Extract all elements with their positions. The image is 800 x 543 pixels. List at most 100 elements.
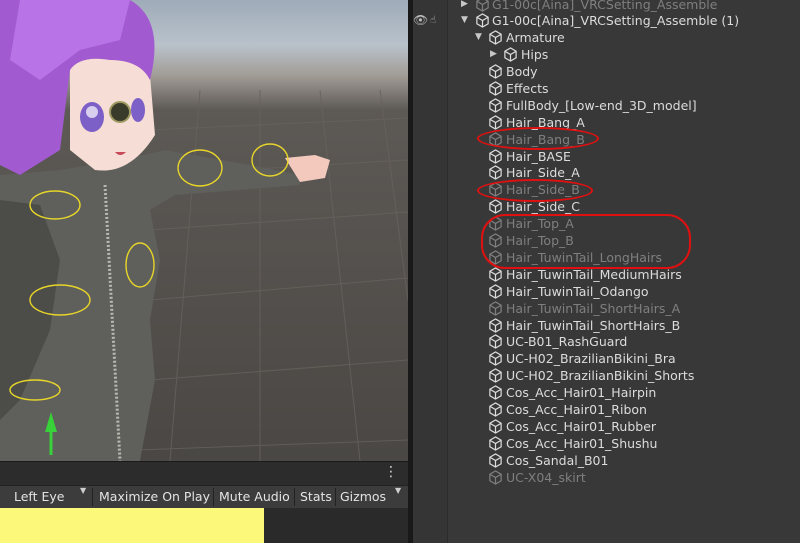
hierarchy-item[interactable]: UC-H02_BrazilianBikini_Shorts bbox=[413, 367, 800, 384]
hierarchy-item-label: Hair_TuwinTail_ShortHairs_B bbox=[506, 317, 681, 333]
hierarchy-item[interactable]: Hair_TuwinTail_ShortHairs_A bbox=[413, 300, 800, 317]
hierarchy-item-label: Hair_Bang_A bbox=[506, 114, 585, 130]
hierarchy-item-selected[interactable]: 👁 ☝ ▼ G1-00c[Aina]_VRCSetting_Assemble (… bbox=[413, 12, 800, 29]
gameobject-cube-icon bbox=[489, 351, 502, 367]
gameobject-cube-icon bbox=[489, 469, 502, 485]
gameobject-cube-icon bbox=[489, 98, 502, 113]
hierarchy-item-label: Armature bbox=[506, 30, 565, 45]
gameobject-cube-icon bbox=[489, 114, 502, 130]
hierarchy-item-label: FullBody_[Low-end_3D_model] bbox=[506, 97, 697, 113]
toolbar-divider bbox=[335, 488, 336, 506]
hierarchy-item[interactable]: Hair_Side_C bbox=[413, 198, 800, 215]
collapse-arrow-icon[interactable]: ▼ bbox=[475, 29, 482, 46]
hierarchy-item-label: Body bbox=[506, 64, 538, 79]
gameobject-cube-icon bbox=[489, 452, 502, 468]
toolbar-divider bbox=[213, 488, 214, 506]
gameobject-cube-icon bbox=[489, 385, 502, 400]
hierarchy-item[interactable]: Hair_Bang_A bbox=[413, 114, 800, 131]
gameobject-cube-icon bbox=[489, 368, 502, 383]
hierarchy-item[interactable]: Body bbox=[413, 63, 800, 80]
more-options-icon[interactable]: ⋮ bbox=[384, 464, 398, 480]
hierarchy-item-label: Effects bbox=[506, 80, 549, 96]
hierarchy-item[interactable]: Hair_TuwinTail_LongHairs bbox=[413, 249, 800, 266]
visibility-eye-icon[interactable]: 👁 bbox=[413, 12, 428, 29]
hierarchy-item[interactable]: Cos_Acc_Hair01_Ribon bbox=[413, 401, 800, 418]
gameobject-cube-icon bbox=[489, 283, 502, 299]
hierarchy-item[interactable]: Hair_Top_B bbox=[413, 232, 800, 249]
hierarchy-item-label: Hair_TuwinTail_ShortHairs_A bbox=[506, 300, 681, 316]
hierarchy-item-label: Hair_TuwinTail_LongHairs bbox=[506, 249, 663, 265]
gameobject-cube-icon bbox=[504, 47, 517, 62]
gameobject-cube-icon bbox=[489, 165, 502, 181]
toolbar-divider bbox=[294, 488, 295, 506]
hierarchy-item[interactable]: Hair_TuwinTail_ShortHairs_B bbox=[413, 317, 800, 334]
hierarchy-item[interactable]: Hair_Side_A bbox=[413, 164, 800, 181]
gameobject-cube-icon bbox=[489, 233, 502, 248]
hierarchy-item[interactable]: Hair_Side_B bbox=[413, 181, 800, 198]
hierarchy-item[interactable]: ▶ Hips bbox=[413, 46, 800, 63]
hierarchy-item-label: Hips bbox=[521, 47, 549, 62]
pickable-hand-icon[interactable]: ☝ bbox=[430, 12, 436, 29]
gameobject-cube-icon bbox=[489, 131, 502, 147]
hierarchy-item[interactable]: UC-H02_BrazilianBikini_Bra bbox=[413, 350, 800, 367]
gameobject-cube-icon bbox=[489, 436, 502, 451]
hierarchy-item[interactable]: Effects bbox=[413, 80, 800, 97]
gameobject-cube-icon bbox=[489, 419, 502, 434]
gameobject-cube-icon bbox=[489, 317, 502, 333]
hierarchy-item[interactable]: Cos_Acc_Hair01_Rubber bbox=[413, 418, 800, 435]
game-view-toolbar: Left Eye ▼ Maximize On Play Mute Audio S… bbox=[0, 485, 408, 509]
hierarchy-item-label: Cos_Acc_Hair01_Ribon bbox=[506, 402, 647, 417]
hierarchy-item-label: Hair_Side_C bbox=[506, 199, 580, 215]
hierarchy-item-label: G1-00c[Aina]_VRCSetting_Assemble (1) bbox=[492, 13, 740, 28]
hierarchy-item[interactable]: UC-X04_skirt bbox=[413, 469, 800, 486]
gameobject-cube-icon bbox=[476, 13, 489, 28]
gameobject-cube-icon bbox=[489, 30, 502, 45]
gameobject-cube-icon bbox=[489, 334, 502, 350]
hierarchy-item-label: Hair_Side_A bbox=[506, 165, 580, 181]
gameobject-cube-icon bbox=[489, 267, 502, 282]
scene-viewport bbox=[0, 0, 408, 461]
stats-toggle[interactable]: Stats bbox=[300, 486, 332, 508]
scene-view[interactable] bbox=[0, 0, 408, 461]
hierarchy-item[interactable]: Hair_TuwinTail_Odango bbox=[413, 283, 800, 300]
hierarchy-item-label: Hair_Top_A bbox=[506, 216, 574, 232]
toolbar-divider bbox=[92, 488, 93, 506]
hierarchy-item[interactable]: Hair_TuwinTail_MediumHairs bbox=[413, 266, 800, 283]
hierarchy-item-label: Hair_TuwinTail_Odango bbox=[506, 283, 649, 299]
hierarchy-item[interactable]: ▼ Armature bbox=[413, 29, 800, 46]
hierarchy-item-label: Cos_Sandal_B01 bbox=[506, 452, 609, 468]
game-view[interactable] bbox=[0, 508, 408, 543]
hierarchy-panel: ▶ G1-00c[Aina]_VRCSetting_Assemble 👁 ☝ ▼… bbox=[413, 0, 800, 543]
chevron-down-icon[interactable]: ▼ bbox=[395, 486, 401, 495]
maximize-on-play-toggle[interactable]: Maximize On Play bbox=[99, 486, 210, 508]
gizmos-toggle[interactable]: Gizmos bbox=[340, 486, 386, 508]
hierarchy-item-label: Cos_Acc_Hair01_Shushu bbox=[506, 435, 658, 451]
mute-audio-toggle[interactable]: Mute Audio bbox=[219, 486, 290, 508]
gameobject-cube-icon bbox=[489, 81, 502, 96]
expand-arrow-icon[interactable]: ▶ bbox=[490, 46, 497, 63]
hierarchy-item-label: UC-X04_skirt bbox=[506, 469, 586, 485]
hierarchy-item-label: Hair_TuwinTail_MediumHairs bbox=[506, 266, 682, 282]
eye-select-dropdown[interactable]: Left Eye bbox=[14, 486, 64, 508]
hierarchy-item-label: Hair_Bang_B bbox=[506, 131, 585, 147]
hierarchy-item[interactable]: Cos_Acc_Hair01_Shushu bbox=[413, 435, 800, 452]
chevron-down-icon[interactable]: ▼ bbox=[80, 486, 86, 495]
gameobject-cube-icon bbox=[489, 182, 502, 198]
gameobject-cube-icon bbox=[489, 402, 502, 417]
hierarchy-item[interactable]: Hair_BASE bbox=[413, 148, 800, 165]
hierarchy-item[interactable]: Cos_Sandal_B01 bbox=[413, 452, 800, 469]
hierarchy-item[interactable]: Cos_Acc_Hair01_Hairpin bbox=[413, 384, 800, 401]
hierarchy-item-label: UC-H02_BrazilianBikini_Bra bbox=[506, 351, 676, 367]
hierarchy-item-label: Cos_Acc_Hair01_Hairpin bbox=[506, 385, 657, 401]
hierarchy-item-label: Hair_BASE bbox=[506, 148, 571, 164]
collapse-arrow-icon[interactable]: ▼ bbox=[461, 12, 468, 29]
hierarchy-item[interactable]: UC-B01_RashGuard bbox=[413, 333, 800, 350]
hierarchy-item-label: Cos_Acc_Hair01_Rubber bbox=[506, 418, 657, 434]
hierarchy-item-label: UC-B01_RashGuard bbox=[506, 334, 628, 350]
gameobject-cube-icon bbox=[489, 199, 502, 214]
hierarchy-item-label: UC-H02_BrazilianBikini_Shorts bbox=[506, 368, 695, 384]
hierarchy-item[interactable]: Hair_Top_A bbox=[413, 215, 800, 232]
hierarchy-item[interactable]: FullBody_[Low-end_3D_model] bbox=[413, 97, 800, 114]
gameobject-cube-icon bbox=[489, 216, 502, 231]
hierarchy-item[interactable]: Hair_Bang_B bbox=[413, 131, 800, 148]
